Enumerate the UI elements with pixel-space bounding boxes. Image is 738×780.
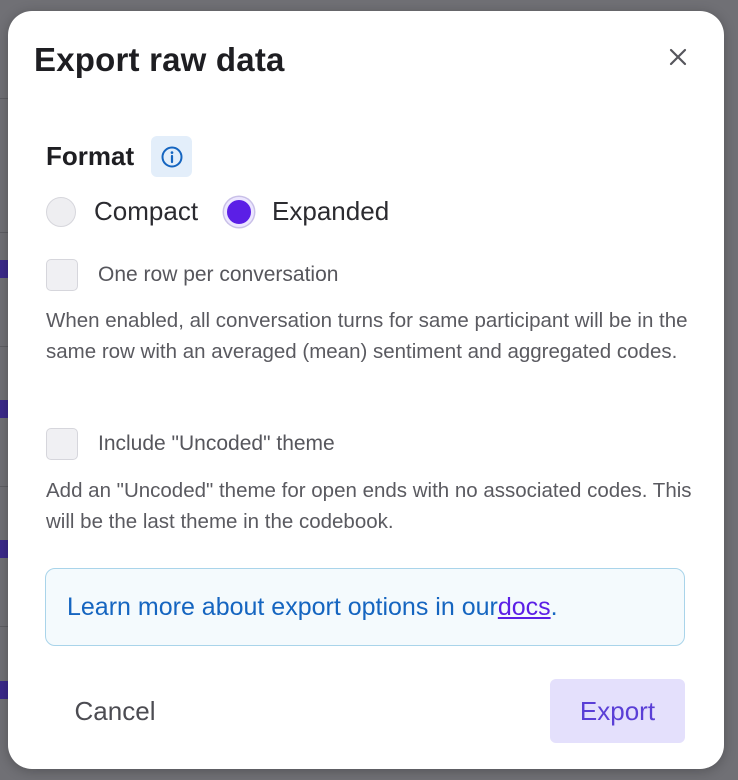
close-button[interactable] [662,41,694,73]
radio-expanded-label: Expanded [272,196,390,226]
format-info-button[interactable] [151,136,192,177]
uncoded-checkbox-row[interactable]: Include "Uncoded" theme [46,428,335,460]
dialog-title: Export raw data [34,41,285,78]
cancel-button[interactable]: Cancel [48,679,182,743]
one-row-checkbox[interactable] [46,259,78,291]
radio-expanded[interactable]: Expanded [224,196,389,227]
radio-compact-label: Compact [94,196,199,226]
info-icon [161,146,182,167]
learn-more-box: Learn more about export options in our d… [45,568,685,646]
one-row-checkbox-row[interactable]: One row per conversation [46,259,338,291]
one-row-checkbox-label: One row per conversation [98,263,339,286]
uncoded-description: Add an "Uncoded" theme for open ends wit… [46,479,692,533]
close-icon [669,48,687,66]
learn-more-suffix: . [550,592,558,621]
radio-compact-circle[interactable] [46,196,76,227]
export-dialog: Export raw data Format Compact Expanded … [8,11,724,769]
radio-expanded-circle[interactable] [224,196,255,227]
format-radio-group: Compact Expanded [46,196,389,227]
export-button[interactable]: Export [550,679,685,743]
format-label: Format [46,141,135,171]
docs-link[interactable]: docs [498,593,551,622]
uncoded-checkbox-label: Include "Uncoded" theme [98,432,335,455]
radio-compact[interactable]: Compact [46,196,198,227]
learn-more-text: Learn more about export options in our [67,592,498,621]
uncoded-checkbox[interactable] [46,428,78,460]
one-row-description: When enabled, all conversation turns for… [46,309,688,363]
